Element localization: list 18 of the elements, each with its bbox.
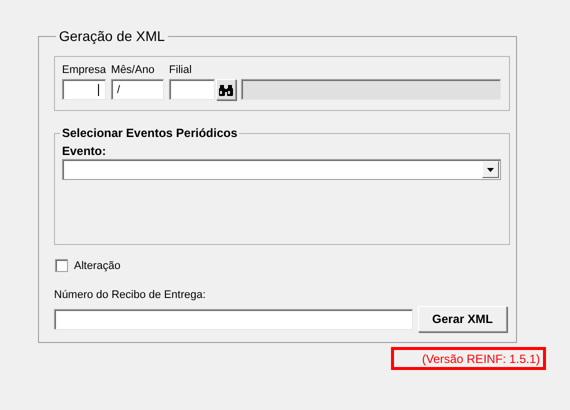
group-title: Selecionar Eventos Periódicos: [61, 126, 238, 140]
generate-button[interactable]: Gerar XML: [418, 306, 507, 332]
checkbox-label: Alteração: [74, 260, 120, 272]
checkbox[interactable]: [55, 259, 68, 272]
input-field[interactable]: [169, 79, 216, 100]
form-title: Geração de XML: [58, 28, 166, 44]
event-dropdown[interactable]: [62, 159, 501, 180]
input-field[interactable]: /: [111, 79, 164, 100]
input-field[interactable]: [54, 308, 413, 330]
field-label: Filial: [169, 64, 193, 77]
field-label: Número do Recibo de Entrega:: [54, 289, 207, 302]
input-field[interactable]: [62, 79, 106, 100]
field-label: Empresa: [62, 64, 106, 77]
field-label: Mês/Ano: [111, 64, 156, 77]
version-label: (Versão REINF: 1.5.1): [391, 347, 546, 370]
search-button[interactable]: [216, 79, 236, 100]
field-label: Evento:: [62, 144, 108, 158]
binoculars-icon: [219, 84, 234, 96]
